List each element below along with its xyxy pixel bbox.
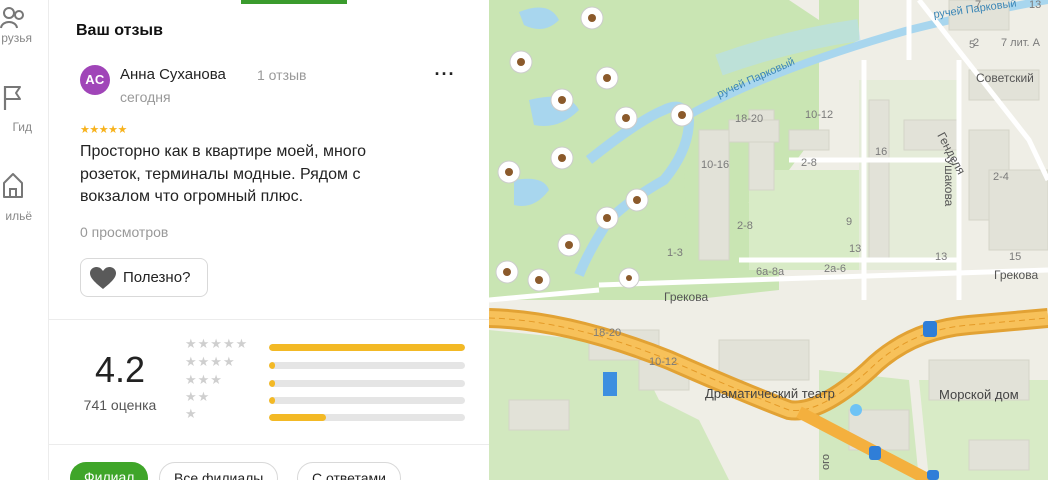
panel-title: Ваш отзыв bbox=[76, 22, 163, 39]
svg-text:2-8: 2-8 bbox=[737, 220, 753, 232]
filter-chip-branch[interactable]: Филиал bbox=[70, 462, 149, 480]
svg-text:10-12: 10-12 bbox=[805, 109, 833, 121]
svg-text:7: 7 bbox=[975, 0, 981, 11]
svg-text:6а-8а: 6а-8а bbox=[756, 266, 785, 278]
left-nav: рузья Гид ильё bbox=[0, 0, 48, 480]
distribution-stars: ★★ bbox=[185, 389, 211, 404]
distribution-track bbox=[269, 380, 465, 387]
nav-housing-label: ильё bbox=[5, 209, 32, 223]
street-label-sovetsky: Советский bbox=[976, 71, 1034, 85]
more-options-button[interactable]: ··· bbox=[431, 65, 459, 88]
svg-text:13: 13 bbox=[849, 243, 861, 255]
svg-text:2а-6: 2а-6 bbox=[824, 263, 846, 275]
author-review-count: 1 отзыв bbox=[257, 67, 307, 83]
distribution-fill bbox=[269, 397, 275, 404]
review-stars: ★★★★★ bbox=[80, 124, 127, 136]
distribution-row-2: ★★ bbox=[185, 389, 485, 408]
distribution-row-4: ★★★★ bbox=[185, 354, 485, 373]
distribution-fill bbox=[269, 380, 275, 387]
helpful-button[interactable]: Полезно? bbox=[80, 258, 208, 297]
svg-text:10-16: 10-16 bbox=[701, 159, 729, 171]
svg-text:15: 15 bbox=[1009, 251, 1021, 263]
review-date: сегодня bbox=[120, 89, 171, 105]
distribution-row-5: ★★★★★ bbox=[185, 336, 485, 355]
distribution-fill bbox=[269, 344, 465, 351]
svg-text:7 лит. А: 7 лит. А bbox=[1001, 37, 1041, 49]
tram-stop-icon[interactable] bbox=[923, 321, 937, 337]
nav-item-guide[interactable]: Гид bbox=[0, 80, 48, 140]
rating-value: 4.2 bbox=[94, 349, 146, 390]
map[interactable]: Грекова Грекова Советский Генделя Ушаков… bbox=[489, 0, 1048, 480]
street-label-ushakova: Ушакова bbox=[942, 158, 956, 207]
rating-count: 741 оценка bbox=[83, 397, 157, 413]
map-canvas[interactable]: Грекова Грекова Советский Генделя Ушаков… bbox=[489, 0, 1048, 480]
active-tab-indicator bbox=[241, 0, 347, 4]
distribution-track bbox=[269, 362, 465, 369]
nav-item-housing[interactable]: ильё bbox=[0, 165, 48, 225]
svg-text:2: 2 bbox=[973, 37, 979, 49]
filter-chip-with-answers[interactable]: С ответами bbox=[297, 462, 401, 480]
svg-text:2-4: 2-4 bbox=[993, 171, 1009, 183]
poi-drama-theatre[interactable]: Драматический театр bbox=[705, 386, 835, 401]
svg-text:18-20: 18-20 bbox=[735, 113, 763, 125]
bus-stop-icon[interactable] bbox=[927, 470, 939, 480]
heart-icon bbox=[90, 267, 116, 289]
svg-text:18-20: 18-20 bbox=[593, 327, 621, 339]
distribution-row-1: ★ bbox=[185, 406, 485, 425]
divider bbox=[49, 319, 489, 320]
svg-text:13: 13 bbox=[935, 251, 947, 263]
distribution-row-3: ★★★ bbox=[185, 372, 485, 391]
author-name[interactable]: Анна Суханова bbox=[120, 66, 226, 83]
filter-chip-all-branches[interactable]: Все филиалы bbox=[159, 462, 279, 480]
street-label-grekova: Грекова bbox=[664, 290, 708, 304]
svg-text:1-3: 1-3 bbox=[667, 247, 683, 259]
reviews-panel: Ваш отзыв АС Анна Суханова 1 отзыв сегод… bbox=[48, 0, 489, 480]
distribution-stars: ★★★ bbox=[185, 372, 223, 387]
distribution-stars: ★★★★ bbox=[185, 354, 236, 369]
svg-text:2-8: 2-8 bbox=[801, 157, 817, 169]
distribution-track bbox=[269, 344, 465, 351]
distribution-fill bbox=[269, 362, 275, 369]
svg-text:10-12: 10-12 bbox=[649, 356, 677, 368]
avatar[interactable]: АС bbox=[80, 65, 110, 95]
friends-icon bbox=[0, 7, 24, 29]
review-text: Просторно как в квартире моей, много роз… bbox=[80, 143, 367, 205]
distribution-track bbox=[269, 397, 465, 404]
distribution-stars: ★★★★★ bbox=[185, 336, 249, 351]
helpful-label: Полезно? bbox=[123, 269, 191, 286]
street-label-grekova: Грекова bbox=[994, 268, 1038, 282]
street-label-fragment: ого bbox=[820, 454, 832, 470]
distribution-track bbox=[269, 414, 465, 421]
distribution-fill bbox=[269, 414, 326, 421]
nav-friends-label: рузья bbox=[1, 31, 32, 45]
divider bbox=[49, 444, 489, 445]
fountain-icon[interactable] bbox=[850, 404, 862, 416]
distribution-stars: ★ bbox=[185, 406, 198, 421]
nav-guide-label: Гид bbox=[12, 120, 32, 134]
svg-text:9: 9 bbox=[846, 216, 852, 228]
poi-marine-house[interactable]: Морской дом bbox=[939, 387, 1019, 402]
nav-item-friends[interactable]: рузья bbox=[0, 0, 48, 60]
more-dots-icon: ··· bbox=[434, 64, 456, 84]
parking-area bbox=[603, 372, 617, 396]
svg-text:13: 13 bbox=[1029, 0, 1041, 11]
bus-stop-icon[interactable] bbox=[869, 446, 881, 460]
svg-text:16: 16 bbox=[875, 146, 887, 158]
flag-icon bbox=[3, 86, 21, 110]
housing-icon bbox=[3, 173, 23, 198]
review-views: 0 просмотров bbox=[80, 224, 169, 240]
